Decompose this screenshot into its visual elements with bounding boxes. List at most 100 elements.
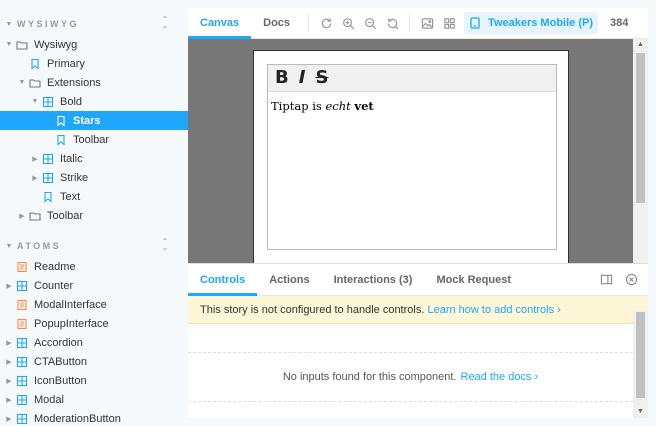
chevron-right-icon: ▶	[6, 415, 12, 423]
background-icon[interactable]	[416, 12, 438, 34]
chevron-down-icon: ▼	[31, 98, 39, 105]
tab-interactions[interactable]: Interactions (3)	[322, 264, 425, 296]
sidebar-item-accordion[interactable]: ▶ Accordion	[0, 333, 188, 352]
chevron-right-icon: ▶	[6, 396, 12, 404]
chevron-right-icon: ▶	[19, 212, 25, 220]
story-icon	[55, 134, 67, 146]
component-icon	[42, 153, 54, 165]
editor-italic-text: echt	[325, 99, 351, 113]
reload-icon[interactable]	[315, 12, 337, 34]
sidebar-item-strike[interactable]: ▶ Strike	[0, 168, 188, 187]
canvas-scroll-thumb[interactable]	[636, 53, 645, 203]
story-icon	[29, 58, 41, 70]
sidebar-item-label: Stars	[73, 114, 101, 127]
sidebar-item-label: Wysiwyg	[34, 38, 78, 51]
sidebar-item-readme[interactable]: Readme	[0, 257, 188, 276]
chevron-down-icon: ▼	[5, 41, 13, 48]
scroll-down-icon[interactable]: ▼	[633, 406, 648, 418]
chevron-right-icon: ▶	[6, 358, 12, 366]
sidebar-item-label: Bold	[60, 95, 83, 108]
sidebar-item-label: PopupInterface	[34, 317, 109, 330]
sidebar-item-toolbar[interactable]: Toolbar	[0, 130, 188, 149]
sidebar-item-modalinterface[interactable]: ModalInterface	[0, 295, 188, 314]
addons-scroll-thumb[interactable]	[636, 312, 645, 398]
addons-panel: Controls Actions Interactions (3) Mock R…	[188, 263, 648, 418]
chevron-right-icon: ▶	[6, 282, 12, 290]
mobile-icon	[470, 17, 480, 29]
sidebar-item-label: Italic	[60, 152, 83, 165]
zoom-out-icon[interactable]	[359, 12, 381, 34]
chevron-right-icon: ▶	[6, 339, 12, 347]
section-title: WYSIWYG	[17, 19, 79, 29]
story-preview-frame: B I S Tiptap is echt vet	[253, 50, 569, 263]
chevron-right-icon: ▶	[32, 174, 38, 182]
sidebar-item-primary[interactable]: Primary	[0, 54, 188, 73]
sidebar-item-italic[interactable]: ▶ Italic	[0, 149, 188, 168]
sidebar-item-label: Readme	[34, 260, 76, 273]
component-icon	[16, 394, 28, 406]
viewport-width[interactable]: 384	[610, 17, 628, 29]
folder-icon	[16, 39, 28, 51]
addon-actions	[588, 273, 638, 286]
italic-button[interactable]: I	[299, 68, 306, 88]
sidebar-item-moderationbutton[interactable]: ▶ ModerationButton	[0, 409, 188, 426]
wysiwyg-editor[interactable]: B I S Tiptap is echt vet	[267, 64, 557, 250]
tab-mock-request[interactable]: Mock Request	[424, 264, 523, 296]
zoom-in-icon[interactable]	[337, 12, 359, 34]
addons-tabbar: Controls Actions Interactions (3) Mock R…	[188, 264, 648, 296]
sidebar-item-bold[interactable]: ▼ Bold	[0, 92, 188, 111]
sidebar-item-stars[interactable]: Stars	[0, 111, 188, 130]
chevron-right-icon: ▶	[6, 377, 12, 385]
panel-orientation-icon[interactable]	[600, 273, 613, 286]
scroll-up-icon[interactable]: ▲	[633, 39, 648, 51]
component-icon	[16, 356, 28, 368]
folder-icon	[29, 210, 41, 222]
addons-scrollbar[interactable]: ▼	[633, 310, 648, 418]
expand-collapse-icon[interactable]: ⌃ ⌄	[160, 238, 170, 253]
expand-collapse-icon[interactable]: ⌃ ⌄	[160, 16, 170, 31]
component-icon	[16, 280, 28, 292]
strike-button[interactable]: S	[315, 68, 328, 88]
close-panel-icon[interactable]	[625, 273, 638, 286]
empty-text: No inputs found for this component.	[282, 371, 457, 383]
editor-content[interactable]: Tiptap is echt vet	[268, 92, 556, 120]
doc-icon	[16, 318, 28, 330]
component-icon	[16, 413, 28, 425]
sidebar-item-counter[interactable]: ▶ Counter	[0, 276, 188, 295]
sidebar-item-label: Primary	[47, 57, 85, 70]
learn-controls-link[interactable]: Learn how to add controls ›	[427, 304, 560, 316]
sidebar-item-ctabutton[interactable]: ▶ CTAButton	[0, 352, 188, 371]
empty-controls: No inputs found for this component. Read…	[188, 352, 633, 402]
viewport-selector[interactable]: Tweakers Mobile (P)	[464, 12, 598, 34]
story-icon	[42, 191, 54, 203]
chevron-down-icon: ▼	[18, 79, 26, 86]
sidebar-item-label: Accordion	[34, 336, 83, 349]
sidebar-item-text[interactable]: Text	[0, 187, 188, 206]
sidebar-item-iconbutton[interactable]: ▶ IconButton	[0, 371, 188, 390]
sidebar-item-extensions[interactable]: ▼ Extensions	[0, 73, 188, 92]
sidebar-item-modal[interactable]: ▶ Modal	[0, 390, 188, 409]
tab-docs[interactable]: Docs	[251, 8, 302, 39]
read-docs-link[interactable]: Read the docs ›	[461, 371, 539, 383]
sidebar-item-label: Toolbar	[47, 209, 84, 222]
sidebar-item-popupinterface[interactable]: PopupInterface	[0, 314, 188, 333]
sidebar-section-header[interactable]: ▼ ATOMS ⌃ ⌄	[0, 236, 188, 256]
sidebar-item-toolbar[interactable]: ▶ Toolbar	[0, 206, 188, 225]
component-icon	[42, 172, 54, 184]
sidebar-item-label: Extensions	[47, 76, 101, 89]
bold-button[interactable]: B	[275, 68, 289, 88]
sidebar-item-label: ModerationButton	[34, 412, 121, 425]
tab-canvas[interactable]: Canvas	[188, 8, 252, 39]
sidebar-item-wysiwyg[interactable]: ▼ Wysiwyg	[0, 35, 188, 54]
canvas-scrollbar[interactable]: ▲	[633, 39, 648, 263]
grid-icon[interactable]	[438, 12, 460, 34]
preview-toolbar: Canvas Docs Tweakers Mobile (P) 384	[188, 8, 648, 39]
tab-actions[interactable]: Actions	[257, 264, 321, 296]
zoom-reset-icon[interactable]	[381, 12, 403, 34]
doc-icon	[16, 299, 28, 311]
sidebar-section-header[interactable]: ▼ WYSIWYG ⌃ ⌄	[0, 14, 188, 34]
tab-controls[interactable]: Controls	[188, 264, 258, 296]
sidebar-item-label: ModalInterface	[34, 298, 107, 311]
sidebar-item-label: IconButton	[34, 374, 87, 387]
controls-notice: This story is not configured to handle c…	[188, 296, 648, 324]
